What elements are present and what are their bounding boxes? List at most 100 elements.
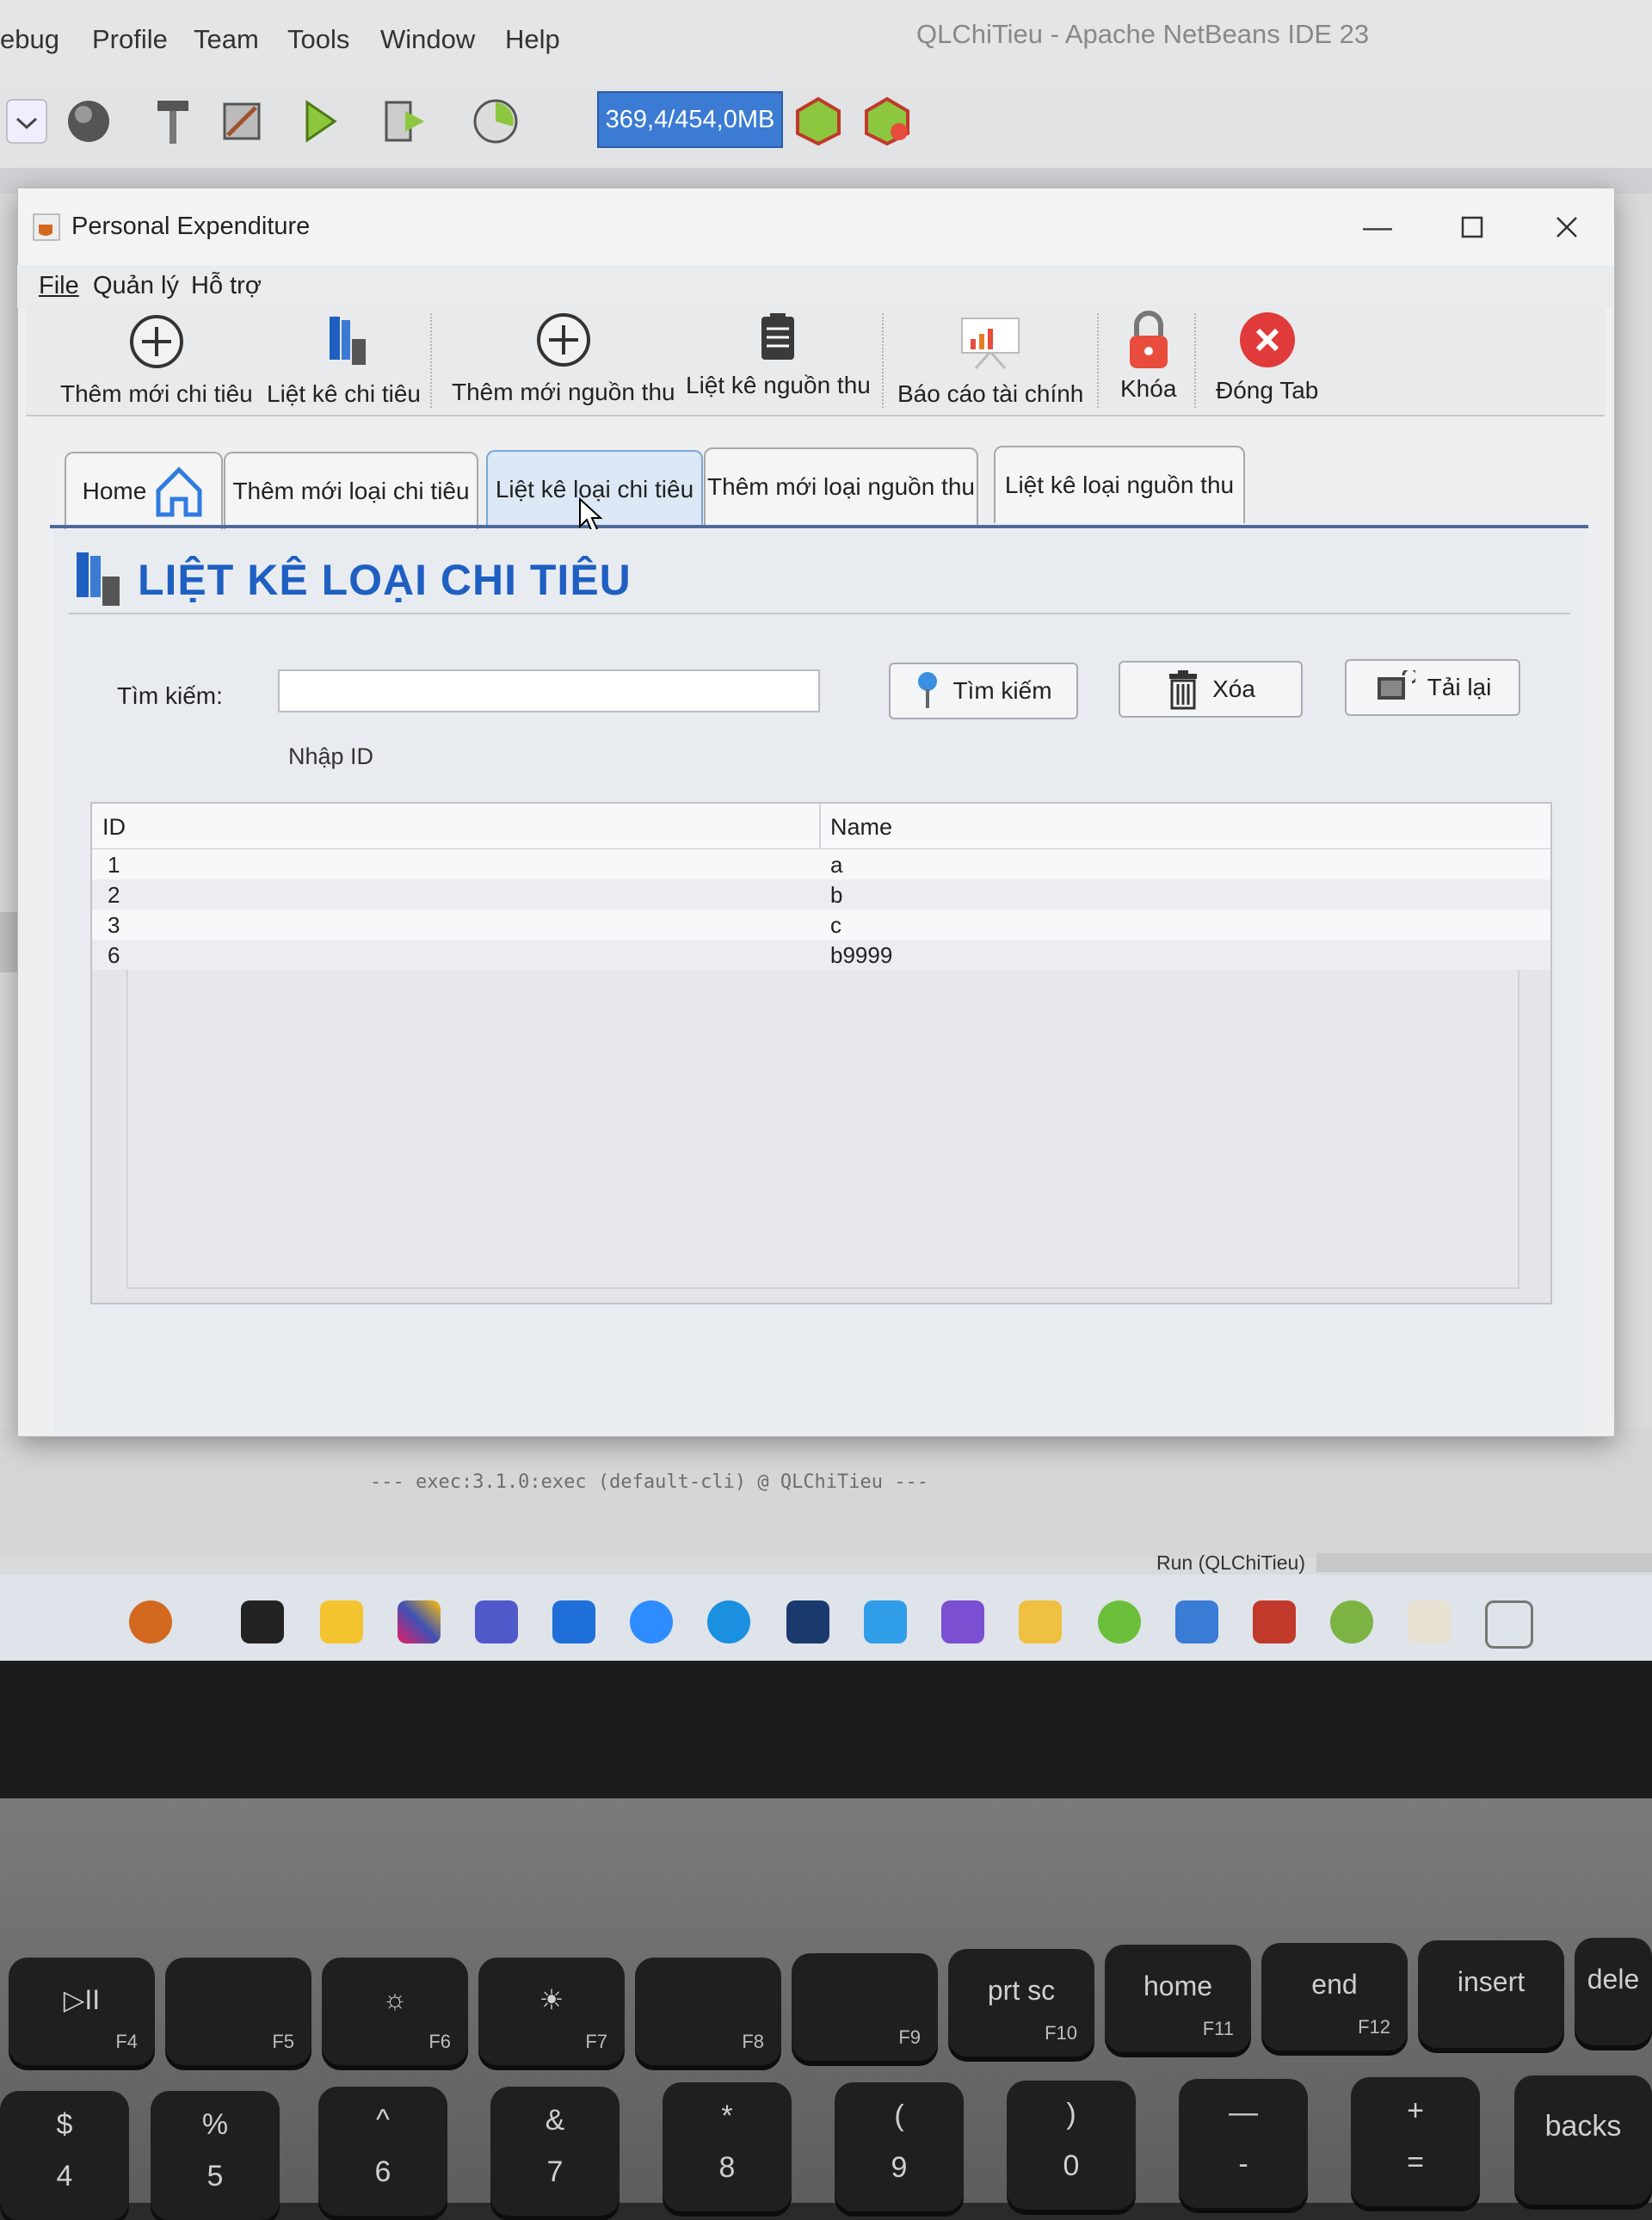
teams-icon[interactable] (475, 1600, 518, 1643)
table-viewport (126, 967, 1519, 1289)
key-f6[interactable]: ☼ F6 (322, 1958, 468, 2065)
key-insert[interactable]: insert (1418, 1940, 1564, 2048)
run-icon[interactable] (293, 95, 346, 148)
toolbar-bao-cao-tai-chinh[interactable]: Báo cáo tài chính (897, 313, 1083, 408)
memory-usage-indicator[interactable]: 369,4/454,0MB (597, 91, 783, 148)
toolbar-label: Đóng Tab (1216, 377, 1319, 404)
snipping-tool-icon[interactable] (1485, 1600, 1533, 1649)
java-icon[interactable] (1408, 1600, 1451, 1643)
table-row[interactable]: 6 b9999 (92, 940, 1550, 970)
key-f9[interactable]: F9 (792, 1953, 938, 2061)
toolbar-khoa[interactable]: Khóa (1120, 308, 1176, 403)
menu-quan-ly[interactable]: Quản lý (93, 272, 179, 300)
key-delete[interactable]: dele (1575, 1938, 1652, 2045)
maximize-button[interactable] (1446, 206, 1498, 249)
tab-them-moi-loai-nguon-thu[interactable]: Thêm mới loại nguồn thu (704, 447, 978, 525)
table-row[interactable]: 3 c (92, 910, 1550, 940)
key-f10[interactable]: prt sc F10 (948, 1949, 1094, 2057)
ide-menubar: ebug Profile Team Tools Window Help QLCh… (0, 0, 1652, 86)
ide-menu-team[interactable]: Team (194, 24, 259, 55)
tab-label: Thêm mới loại nguồn thu (707, 473, 975, 500)
column-divider (819, 804, 821, 848)
clean-build-icon[interactable] (215, 95, 268, 148)
key-0[interactable]: ) 0 (1007, 2081, 1136, 2210)
search-label: Tìm kiếm: (117, 682, 223, 709)
books-icon (77, 552, 120, 606)
minimize-button[interactable]: — (1352, 206, 1403, 249)
key-f12[interactable]: end F12 (1261, 1943, 1408, 2050)
store-icon[interactable] (552, 1600, 595, 1643)
key-9[interactable]: (9 (835, 2082, 964, 2211)
ide-menu-tools[interactable]: Tools (287, 24, 349, 55)
devcpp-icon[interactable] (786, 1600, 829, 1643)
debug-icon[interactable] (379, 95, 432, 148)
trash-icon (1169, 670, 1198, 710)
key-minus[interactable]: — - (1179, 2079, 1308, 2208)
menu-file[interactable]: File (39, 272, 79, 300)
key-6[interactable]: ^ 6 (318, 2087, 447, 2216)
maximize-icon (1461, 216, 1483, 238)
key-f4[interactable]: ▷II F4 (9, 1958, 155, 2065)
key-7[interactable]: & 7 (490, 2087, 620, 2216)
search-input[interactable] (278, 669, 820, 712)
app-green-icon[interactable] (1330, 1600, 1373, 1643)
app-red-icon[interactable] (1253, 1600, 1296, 1643)
key-f11[interactable]: home F11 (1105, 1945, 1251, 2052)
delete-button[interactable]: Xóa (1119, 661, 1303, 718)
toolbar-liet-ke-chi-tieu[interactable]: Liệt kê chi tiêu (267, 313, 421, 408)
ide-menu-debug[interactable]: ebug (0, 24, 59, 55)
close-window-button[interactable] (1541, 206, 1593, 249)
terminal-icon[interactable] (241, 1600, 284, 1643)
key-5[interactable]: % 5 (151, 2091, 280, 2220)
window-title-bar[interactable]: Personal Expenditure — (18, 188, 1614, 266)
key-backspace[interactable]: backs (1514, 2075, 1652, 2205)
clipboard-list-icon (761, 313, 795, 360)
toolbar-dong-tab[interactable]: Đóng Tab (1216, 310, 1318, 404)
toolbar-liet-ke-nguon-thu[interactable]: Liệt kê nguồn thu (686, 311, 871, 399)
ide-menu-window[interactable]: Window (380, 24, 475, 55)
tab-liet-ke-loai-nguon-thu[interactable]: Liệt kê loại nguồn thu (994, 446, 1245, 523)
cell-name: c (830, 912, 841, 938)
keyboard: ▷II F4 F5 ☼ F6 ☀ F7 F8 F9 prt sc F10 home F11… (0, 1798, 1652, 2220)
vscode-icon[interactable] (864, 1600, 907, 1643)
tab-home[interactable]: Home (65, 452, 223, 529)
app-icon[interactable] (1098, 1600, 1141, 1643)
key-f7[interactable]: ☀ F7 (478, 1958, 625, 2065)
toolbar-separator (430, 313, 434, 408)
key-equals[interactable]: + = (1351, 2077, 1480, 2206)
toolbar-label: Báo cáo tài chính (897, 380, 1084, 407)
table-header: ID Name (92, 804, 1550, 850)
reload-button[interactable]: Tải lại (1345, 659, 1520, 716)
key-4[interactable]: $4 (0, 2091, 129, 2220)
copilot-icon[interactable] (398, 1600, 441, 1643)
key-f8[interactable]: F8 (635, 1958, 781, 2065)
column-header-id[interactable]: ID (102, 814, 126, 841)
gc-icon[interactable] (792, 95, 845, 148)
hammer-icon[interactable] (146, 95, 200, 148)
column-header-name[interactable]: Name (830, 814, 892, 841)
reload-device-icon (1377, 670, 1415, 700)
tab-them-moi-loai-chi-tieu[interactable]: Thêm mới loại chi tiêu (224, 452, 478, 529)
zalo-icon[interactable] (630, 1600, 673, 1643)
widgets-icon[interactable] (129, 1600, 172, 1643)
netbeans-icon[interactable] (1175, 1600, 1218, 1643)
ide-menu-profile[interactable]: Profile (92, 24, 168, 55)
key-8[interactable]: * 8 (663, 2082, 792, 2211)
visual-studio-icon[interactable] (941, 1600, 984, 1643)
profile-icon[interactable] (469, 95, 522, 148)
table-row[interactable]: 2 b (92, 879, 1550, 910)
search-button[interactable]: Tìm kiếm (889, 663, 1078, 719)
tool-icon[interactable] (1019, 1600, 1062, 1643)
toolbar-label: Thêm mới chi tiêu (60, 380, 253, 407)
key-f5[interactable]: F5 (165, 1958, 311, 2065)
globe-icon[interactable] (62, 95, 115, 148)
gc-stop-icon[interactable] (860, 95, 914, 148)
menu-ho-tro[interactable]: Hỗ trợ (191, 272, 262, 300)
edge-icon[interactable] (707, 1600, 750, 1643)
dropdown-icon[interactable] (0, 95, 53, 148)
file-explorer-icon[interactable] (320, 1600, 363, 1643)
ide-menu-help[interactable]: Help (505, 24, 560, 55)
toolbar-them-moi-nguon-thu[interactable]: Thêm mới nguồn thu (452, 311, 675, 406)
table-row[interactable]: 1 a (92, 849, 1550, 879)
toolbar-them-moi-chi-tieu[interactable]: Thêm mới chi tiêu (60, 313, 253, 408)
